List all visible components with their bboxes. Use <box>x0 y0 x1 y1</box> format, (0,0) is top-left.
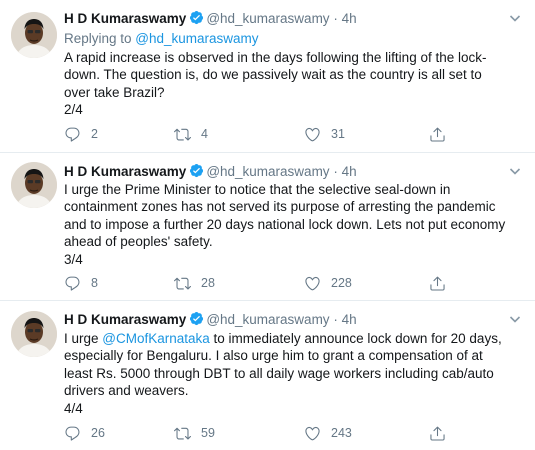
tweet-text-line: and to impose a further 20 days national… <box>64 216 506 232</box>
retweet-button[interactable]: 4 <box>174 124 208 144</box>
chevron-down-icon[interactable] <box>507 311 523 327</box>
chevron-down-icon[interactable] <box>507 163 523 179</box>
tweet-text: I urge the Prime Minister to notice that… <box>64 181 524 268</box>
share-button[interactable] <box>429 423 446 443</box>
retweet-count: 4 <box>201 127 208 141</box>
tweet-text-line: 4/4 <box>64 400 83 416</box>
reply-button[interactable]: 2 <box>64 124 98 144</box>
reply-button[interactable]: 8 <box>64 273 98 293</box>
share-icon <box>430 426 445 441</box>
reply-button[interactable]: 26 <box>64 423 105 443</box>
like-button[interactable]: 31 <box>304 124 345 144</box>
retweet-count: 28 <box>201 276 215 290</box>
like-icon <box>305 276 320 290</box>
share-icon <box>430 276 445 291</box>
like-count: 228 <box>331 276 352 290</box>
tweet-text-line: 3/4 <box>64 251 83 267</box>
chevron-down-icon[interactable] <box>507 10 523 26</box>
timestamp[interactable]: 4h <box>342 164 357 179</box>
like-count: 243 <box>331 426 352 440</box>
tweet-text-line: down. The question is, do we passively w… <box>64 67 482 83</box>
retweet-icon <box>174 427 191 439</box>
like-button[interactable]: 243 <box>304 423 352 443</box>
author-handle[interactable]: @hd_kumaraswamy <box>206 312 329 327</box>
replying-to: Replying to @hd_kumaraswamy <box>64 30 259 47</box>
retweet-icon <box>174 128 191 140</box>
tweet-text-line: drivers and weavers. <box>64 383 189 399</box>
separator-dot: · <box>333 164 338 179</box>
tweet-text-line: ahead of peoples' safety. <box>64 234 213 250</box>
like-button[interactable]: 228 <box>304 273 352 293</box>
retweet-button[interactable]: 59 <box>174 423 215 443</box>
share-button[interactable] <box>429 273 446 293</box>
tweet-text-line: A rapid increase is observed in the days… <box>64 50 487 65</box>
tweet-text-line: I urge the Prime Minister to notice that… <box>64 182 451 197</box>
timestamp[interactable]: 4h <box>342 312 357 327</box>
retweet-count: 59 <box>201 426 215 440</box>
share-icon <box>430 127 445 142</box>
reply-count: 26 <box>91 426 105 440</box>
retweet-button[interactable]: 28 <box>174 273 215 293</box>
reply-icon <box>65 426 80 441</box>
tweet-header: H D Kumaraswamy @hd_kumaraswamy · 4h <box>64 10 357 27</box>
reply-count: 8 <box>91 276 98 290</box>
avatar[interactable] <box>11 12 57 58</box>
tweet-actions: 8 28 228 <box>64 273 464 293</box>
tweet-header: H D Kumaraswamy @hd_kumaraswamy · 4h <box>64 163 357 180</box>
author-name[interactable]: H D Kumaraswamy <box>64 11 186 26</box>
reply-icon <box>65 127 80 142</box>
reply-icon <box>65 276 80 291</box>
author-name[interactable]: H D Kumaraswamy <box>64 164 186 179</box>
verified-badge-icon <box>190 311 204 326</box>
tweet-text: A rapid increase is observed in the days… <box>64 49 524 119</box>
tweet-text-line: least Rs. 5000 through DBT to all daily … <box>64 365 494 381</box>
retweet-icon <box>174 277 191 289</box>
separator-dot: · <box>333 312 338 327</box>
tweet-actions: 26 59 243 <box>64 423 464 443</box>
like-count: 31 <box>331 127 345 141</box>
verified-badge-icon <box>190 163 204 178</box>
replying-to-link[interactable]: @hd_kumaraswamy <box>135 31 258 46</box>
avatar[interactable] <box>11 162 57 208</box>
tweet-text-line: containment zones has not served its pur… <box>64 199 496 215</box>
tweet-1[interactable]: H D Kumaraswamy @hd_kumaraswamy · 4h Repl… <box>0 0 535 153</box>
author-handle[interactable]: @hd_kumaraswamy <box>206 11 329 26</box>
tweet-text-line: I urge @CMofKarnataka to immediately ann… <box>64 330 524 347</box>
replying-to-label: Replying to <box>64 31 136 46</box>
share-button[interactable] <box>429 124 446 144</box>
author-handle[interactable]: @hd_kumaraswamy <box>206 164 329 179</box>
avatar[interactable] <box>11 311 57 357</box>
verified-badge-icon <box>190 10 204 25</box>
tweet-2[interactable]: H D Kumaraswamy @hd_kumaraswamy · 4h I ur… <box>0 153 535 301</box>
like-icon <box>305 127 320 141</box>
tweet-text-suffix: to immediately announce lock down for 20… <box>209 331 502 346</box>
tweet-actions: 2 4 31 <box>64 124 464 144</box>
tweet-text-line: especially for Bengaluru. I also urge hi… <box>64 348 483 364</box>
author-name[interactable]: H D Kumaraswamy <box>64 312 186 327</box>
tweet-text: I urge @CMofKarnataka to immediately ann… <box>64 330 524 417</box>
tweet-3[interactable]: H D Kumaraswamy @hd_kumaraswamy · 4h I ur… <box>0 301 535 450</box>
mention-link[interactable]: @CMofKarnataka <box>102 331 210 346</box>
tweet-header: H D Kumaraswamy @hd_kumaraswamy · 4h <box>64 311 357 328</box>
tweet-text-line: 2/4 <box>64 102 83 118</box>
like-icon <box>305 426 320 440</box>
tweet-text-prefix: I urge <box>64 331 103 346</box>
timestamp[interactable]: 4h <box>342 11 357 26</box>
tweet-text-line: over take Brazil? <box>64 84 165 100</box>
separator-dot: · <box>333 11 338 26</box>
reply-count: 2 <box>91 127 98 141</box>
